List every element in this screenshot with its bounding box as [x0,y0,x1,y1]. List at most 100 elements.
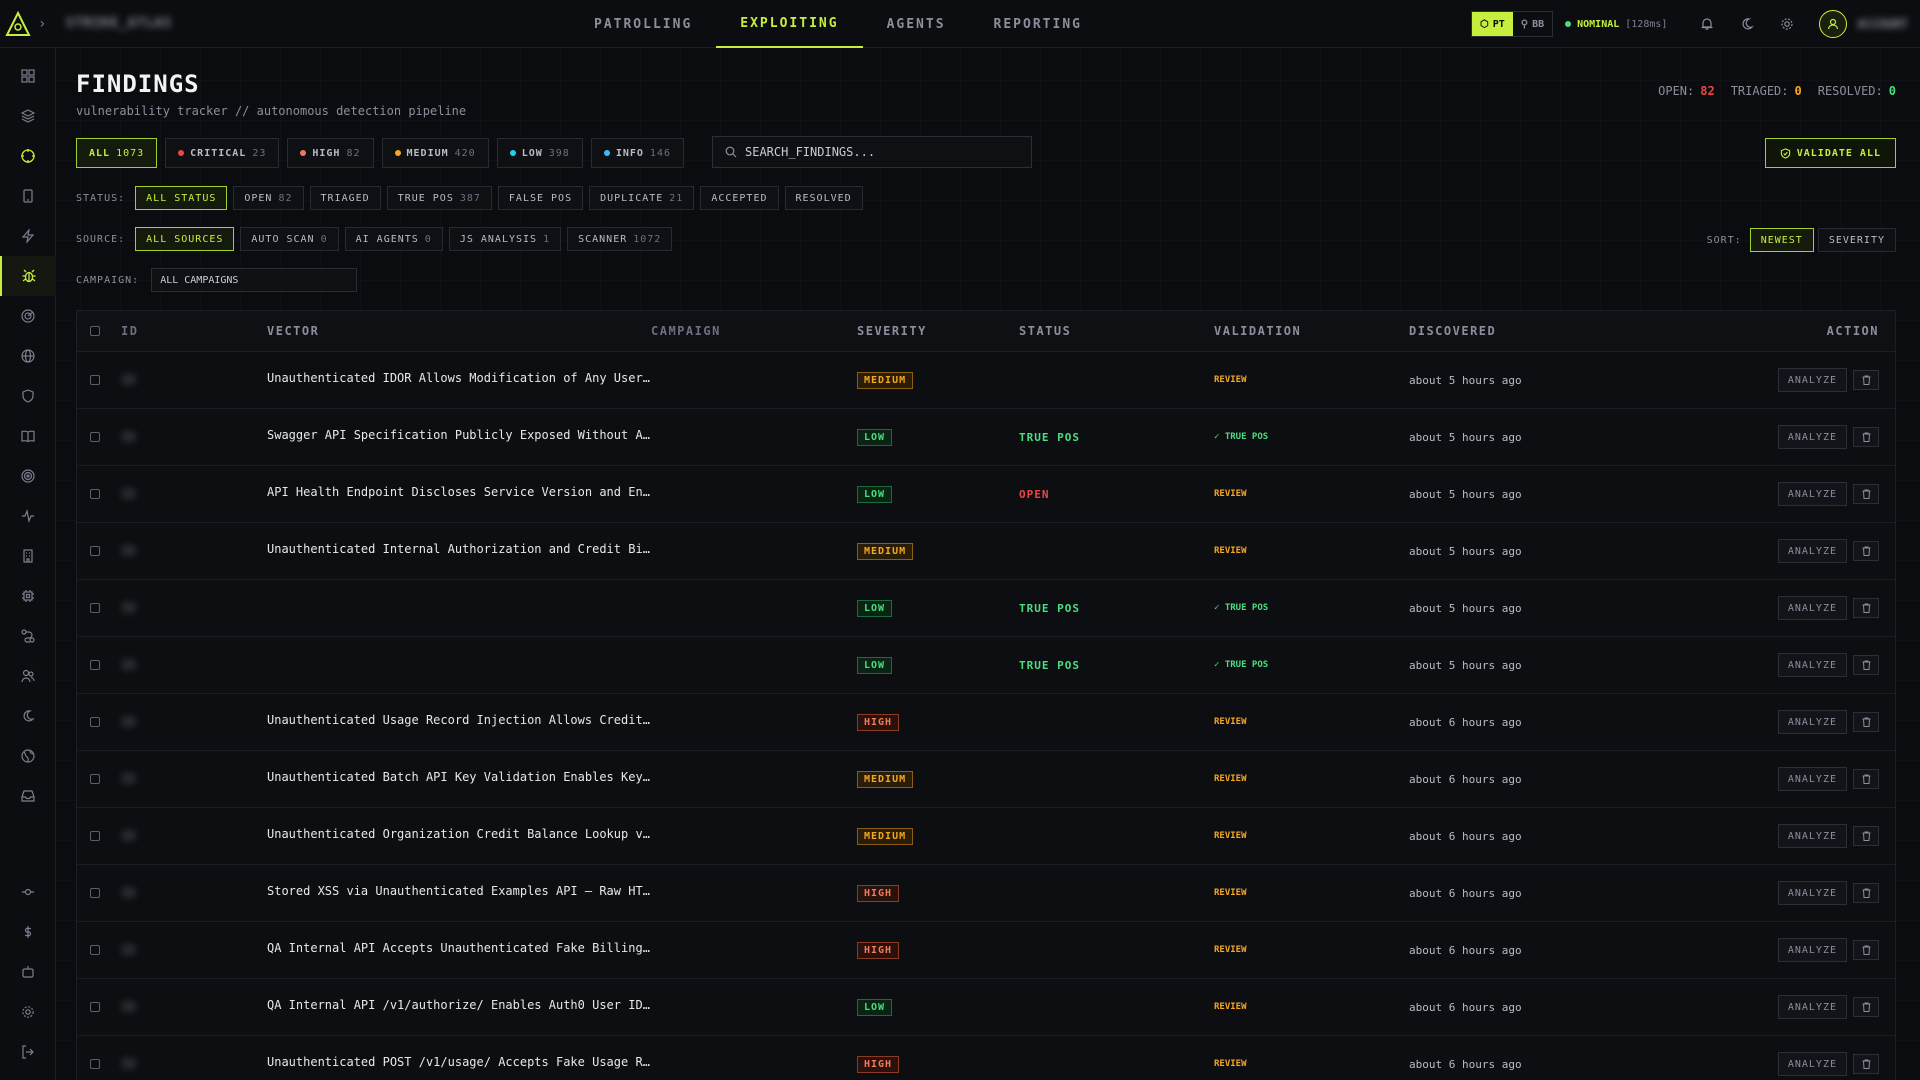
analyze-button[interactable]: ANALYZE [1777,995,1847,1019]
sidebar-bot-icon[interactable] [0,952,56,992]
row-checkbox[interactable] [90,774,100,784]
severity-chip-medium[interactable]: MEDIUM 420 [381,138,489,168]
sort-newest-button[interactable]: NEWEST [1749,228,1814,252]
finding-vector[interactable]: API Health Endpoint Discloses Service Ve… [261,485,651,503]
severity-chip-low[interactable]: LOW 398 [496,138,583,168]
row-checkbox[interactable] [90,1002,100,1012]
table-row[interactable]: ID Unauthenticated Organization Credit Ba… [77,808,1895,865]
source-chip-js-analysis[interactable]: JS ANALYSIS 1 [448,227,562,251]
analyze-button[interactable]: ANALYZE [1777,767,1847,791]
trash-icon[interactable] [1853,940,1879,960]
sidebar-building-icon[interactable] [0,536,56,576]
table-row[interactable]: ID Stored XSS via Unauthenticated Example… [77,865,1895,922]
sidebar-radar-icon[interactable] [0,296,56,336]
table-row[interactable]: ID LOW TRUE POS ✓ TRUE POS about 5 hours ago… [77,580,1895,637]
finding-vector[interactable]: Unauthenticated Batch API Key Validation… [261,770,651,788]
row-checkbox[interactable] [90,432,100,442]
severity-chip-info[interactable]: INFO 146 [590,138,684,168]
nav-tab-reporting[interactable]: REPORTING [970,0,1106,48]
trash-icon[interactable] [1853,826,1879,846]
row-checkbox[interactable] [90,660,100,670]
sort-severity-button[interactable]: SEVERITY [1817,228,1896,252]
sidebar-dollar-icon[interactable] [0,912,56,952]
row-checkbox[interactable] [90,375,100,385]
sidebar-target-icon[interactable] [0,136,56,176]
finding-id[interactable]: ID [113,943,261,957]
finding-vector[interactable]: QA Internal API Accepts Unauthenticated … [261,941,651,959]
finding-id[interactable]: ID [113,829,261,843]
sidebar-commit-icon[interactable] [0,872,56,912]
row-checkbox[interactable] [90,831,100,841]
table-row[interactable]: ID LOW TRUE POS ✓ TRUE POS about 5 hours ago… [77,637,1895,694]
trash-icon[interactable] [1853,769,1879,789]
row-checkbox[interactable] [90,1059,100,1069]
sidebar-moon-icon[interactable] [0,696,56,736]
row-checkbox[interactable] [90,489,100,499]
header-campaign[interactable]: CAMPAIGN [651,324,857,338]
finding-id[interactable]: ID [113,658,261,672]
severity-chip-critical[interactable]: CRITICAL 23 [165,138,280,168]
finding-id[interactable]: ID [113,487,261,501]
trash-icon[interactable] [1853,484,1879,504]
sidebar-settings-icon[interactable] [0,992,56,1032]
finding-vector[interactable]: Unauthenticated Internal Authorization a… [261,542,651,560]
trash-icon[interactable] [1853,427,1879,447]
finding-id[interactable]: ID [113,772,261,786]
sidebar-mobile-icon[interactable] [0,176,56,216]
sidebar-globe-icon[interactable] [0,336,56,376]
header-discovered[interactable]: DISCOVERED [1409,324,1649,338]
status-chip-accepted[interactable]: ACCEPTED [700,186,779,210]
select-all-checkbox[interactable] [90,326,100,336]
nav-tab-agents[interactable]: AGENTS [863,0,970,48]
trash-icon[interactable] [1853,598,1879,618]
status-chip-open[interactable]: OPEN 82 [233,186,304,210]
finding-vector[interactable]: Unauthenticated POST /v1/usage/ Accepts … [261,1055,651,1073]
theme-toggle-icon[interactable] [1727,0,1767,48]
finding-vector[interactable]: QA Internal API /v1/authorize/ Enables A… [261,998,651,1016]
validate-all-button[interactable]: VALIDATE ALL [1764,138,1896,168]
finding-id[interactable]: ID [113,715,261,729]
status-chip-resolved[interactable]: RESOLVED [784,186,863,210]
sidebar-workflow-icon[interactable] [0,616,56,656]
table-row[interactable]: ID QA Internal API Accepts Unauthenticate… [77,922,1895,979]
severity-chip-all[interactable]: ALL 1073 [76,138,158,168]
trash-icon[interactable] [1853,997,1879,1017]
sidebar-logout-icon[interactable] [0,1032,56,1072]
source-chip-all[interactable]: ALL SOURCES [135,227,235,251]
source-chip-scanner[interactable]: SCANNER 1072 [567,227,673,251]
sidebar-inbox-icon[interactable] [0,776,56,816]
finding-vector[interactable]: Swagger API Specification Publicly Expos… [261,428,651,446]
analyze-button[interactable]: ANALYZE [1777,938,1847,962]
analyze-button[interactable]: ANALYZE [1777,881,1847,905]
finding-id[interactable]: ID [113,1000,261,1014]
table-row[interactable]: ID QA Internal API /v1/authorize/ Enables… [77,979,1895,1036]
sidebar-world-icon[interactable] [0,736,56,776]
header-id[interactable]: ID [113,324,261,338]
table-row[interactable]: ID API Health Endpoint Discloses Service … [77,466,1895,523]
row-checkbox[interactable] [90,888,100,898]
table-row[interactable]: ID Unauthenticated Usage Record Injection… [77,694,1895,751]
sidebar-shield-icon[interactable] [0,376,56,416]
analyze-button[interactable]: ANALYZE [1777,368,1847,392]
mode-pt-button[interactable]: ⬡ PT [1471,12,1513,36]
finding-id[interactable]: ID [113,886,261,900]
sidebar-crosshair-icon[interactable] [0,456,56,496]
avatar[interactable] [1819,10,1848,38]
table-row[interactable]: ID Unauthenticated POST /v1/usage/ Accept… [77,1036,1895,1080]
analyze-button[interactable]: ANALYZE [1777,653,1847,677]
analyze-button[interactable]: ANALYZE [1777,710,1847,734]
finding-vector[interactable] [261,606,651,610]
sidebar-chip-icon[interactable] [0,576,56,616]
search-input[interactable]: SEARCH_FINDINGS... [712,136,1032,168]
status-chip-all[interactable]: ALL STATUS [135,186,228,210]
finding-id[interactable]: ID [113,373,261,387]
trash-icon[interactable] [1853,712,1879,732]
header-severity[interactable]: SEVERITY [857,324,1019,338]
finding-vector[interactable]: Unauthenticated Organization Credit Bala… [261,827,651,845]
trash-icon[interactable] [1853,370,1879,390]
table-row[interactable]: ID Swagger API Specification Publicly Exp… [77,409,1895,466]
finding-id[interactable]: ID [113,430,261,444]
sidebar-layers-icon[interactable] [0,96,56,136]
nav-tab-patrolling[interactable]: PATROLLING [570,0,716,48]
analyze-button[interactable]: ANALYZE [1777,425,1847,449]
